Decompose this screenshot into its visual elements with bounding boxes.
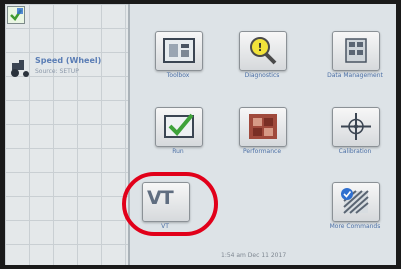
magnifier-warning-icon: ! [250,37,277,65]
toolbox-tile[interactable]: Toolbox [143,31,213,87]
speed-title: Speed (Wheel) [35,56,102,65]
run-label: Run [172,148,184,155]
diagnostics-tile[interactable]: ! Diagnostics [227,31,297,87]
toolbox-icon [163,38,195,63]
more-commands-icon [341,188,369,214]
speed-readout: Speed (Wheel) Source: SETUP [9,54,127,80]
more-commands-button[interactable] [332,182,380,222]
performance-label: Performance [242,148,282,155]
highlight-circle [122,172,218,236]
status-panel: Speed (Wheel) Source: SETUP [5,4,128,265]
svg-text:!: ! [257,41,262,54]
performance-icon [249,114,277,139]
data-management-icon [345,38,367,63]
display-screen: Speed (Wheel) Source: SETUP Toolbox ! Di… [5,4,396,265]
data-management-label: Data Management [327,72,383,79]
data-management-button[interactable] [332,31,380,71]
status-check-icon[interactable] [7,6,25,24]
run-tile[interactable]: Run [143,107,213,163]
run-button[interactable] [155,107,203,147]
toolbox-label: Toolbox [166,72,190,79]
calibration-label: Calibration [338,148,372,155]
data-management-tile[interactable]: Data Management [320,31,390,87]
diagnostics-button[interactable]: ! [239,31,287,71]
datetime-readout: 1:54 am Dec 11 2017 [221,252,287,259]
calibration-button[interactable] [332,107,380,147]
run-checkmark-icon [164,113,194,138]
crosshair-icon [341,113,371,140]
more-commands-label: More Commands [329,223,381,230]
calibration-tile[interactable]: Calibration [320,107,390,163]
speed-subtitle: Source: SETUP [35,68,79,75]
more-commands-tile[interactable]: More Commands [320,182,390,238]
performance-button[interactable] [239,107,287,147]
diagnostics-label: Diagnostics [244,72,280,79]
tractor-icon [11,60,29,77]
toolbox-button[interactable] [155,31,203,71]
performance-tile[interactable]: Performance [227,107,297,163]
